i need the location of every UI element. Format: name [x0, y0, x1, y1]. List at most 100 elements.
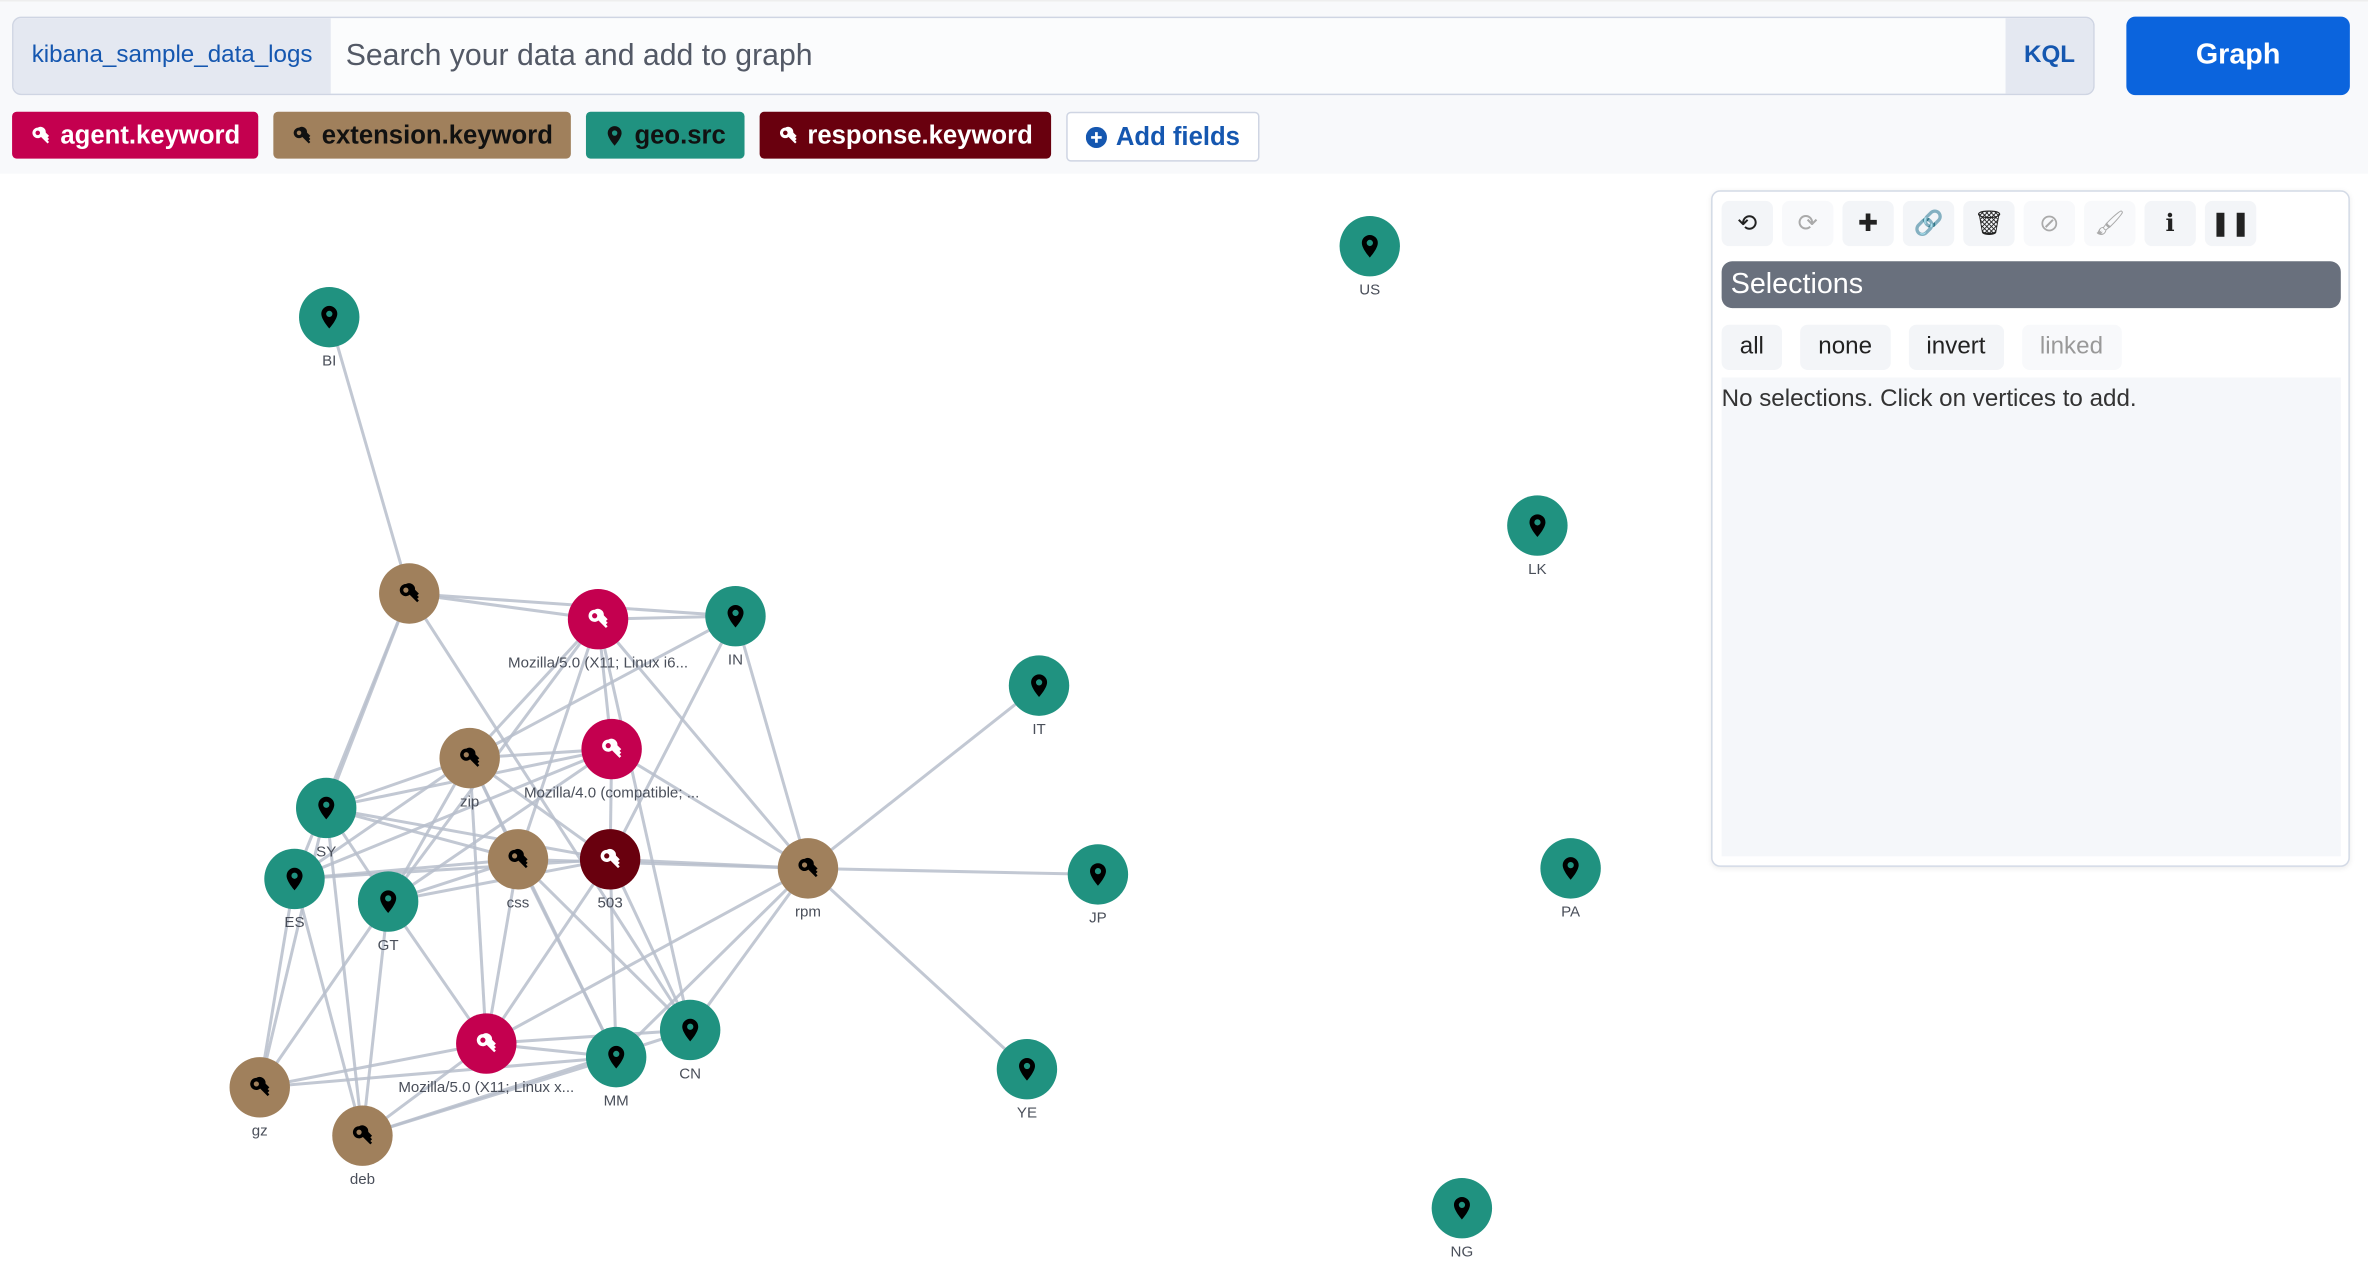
vertex-label: ES [284, 914, 304, 931]
vertex-label: CN [679, 1065, 701, 1082]
edge-BI-ext0[interactable] [327, 316, 411, 594]
undo-icon: ⟲ [1737, 211, 1758, 238]
vertex-JP[interactable]: JP [1067, 844, 1129, 927]
edge-rpm-IT[interactable] [807, 684, 1040, 870]
vertex-IT[interactable]: IT [1008, 655, 1070, 738]
pause-button[interactable]: ❚❚ [2204, 200, 2257, 247]
info-button[interactable]: ℹ [2144, 200, 2196, 247]
selections-title: Selections [1721, 261, 2341, 309]
search-bar: kibana_sample_data_logs KQL [12, 16, 2095, 96]
graph-button[interactable]: Graph [2126, 16, 2350, 96]
field-agent-keyword[interactable]: agent.keyword [12, 111, 259, 159]
vertex-rpm[interactable]: rpm [777, 838, 839, 921]
edge-GT-gz[interactable] [258, 900, 390, 1089]
vertex-US[interactable]: US [1339, 215, 1400, 299]
vertex-label: US [1359, 281, 1380, 298]
side-panel: ⟲ ⟳ ✚ 🔗 🗑 ⊘ 🖌 ℹ ❚❚ Selections all none invert linke… [1711, 190, 2350, 867]
delete-icon: 🗑 [1973, 211, 2005, 238]
vertex-PA[interactable]: PA [1540, 838, 1601, 921]
vertex-gz[interactable]: gz [229, 1057, 290, 1140]
index-pattern-selector[interactable]: kibana_sample_data_logs [13, 18, 331, 94]
vertex-NG[interactable]: NG [1431, 1177, 1493, 1261]
redo-icon: ⟳ [1797, 211, 1818, 238]
select-none-button[interactable]: none [1800, 324, 1891, 370]
field-label: geo.src [634, 120, 726, 149]
field-response-keyword[interactable]: response.keyword [759, 111, 1051, 159]
field-extension-keyword[interactable]: extension.keyword [273, 111, 572, 159]
toolbar: ⟲ ⟳ ✚ 🔗 🗑 ⊘ 🖌 ℹ ❚❚ [1721, 200, 2257, 247]
key-icon [779, 126, 797, 143]
field-list: agent.keyword extension.keyword geo.src res… [12, 111, 1260, 162]
vertex-label: MM [604, 1092, 629, 1109]
blocklist-button[interactable]: ⊘ [2023, 200, 2076, 247]
style-icon: 🖌 [2094, 211, 2126, 238]
vertex-label: JP [1089, 910, 1107, 927]
edge-ext0-ES[interactable] [293, 592, 411, 880]
vertex-label: IN [728, 651, 743, 668]
vertex-MM[interactable]: MM [585, 1026, 647, 1110]
add-fields-label: Add fields [1115, 121, 1240, 151]
select-all-button[interactable]: all [1721, 324, 1783, 370]
vertex-label: LK [1528, 561, 1546, 578]
vertex-LK[interactable]: LK [1507, 495, 1568, 578]
top-bar: kibana_sample_data_logs KQL Graph agent.… [0, 0, 2368, 174]
pause-icon: ❚❚ [2210, 211, 2251, 238]
vertex-ext0[interactable] [379, 563, 440, 624]
vertex-YE[interactable]: YE [996, 1039, 1058, 1122]
vertex-label: BI [322, 352, 336, 369]
edge-css-MM[interactable] [516, 858, 618, 1058]
style-button[interactable]: 🖌 [2084, 200, 2136, 247]
edge-ES-gz[interactable] [258, 878, 296, 1088]
vertex-label: deb [350, 1171, 375, 1188]
vertex-label: GT [378, 937, 399, 954]
blocklist-icon: ⊘ [2039, 211, 2060, 238]
edge-SY-r503[interactable] [325, 806, 611, 861]
undo-button[interactable]: ⟲ [1721, 200, 1773, 247]
vertex-deb[interactable]: deb [332, 1105, 393, 1188]
edge-rpm-JP[interactable] [807, 866, 1098, 876]
vertex-label: Mozilla/5.0 (X11; Linux i6... [508, 655, 688, 672]
info-icon: ℹ [2165, 211, 2175, 238]
edge-rpm-YE[interactable] [806, 867, 1028, 1071]
vertex-BI[interactable]: BI [299, 286, 360, 370]
plus-circle-icon [1085, 126, 1107, 148]
vertex-label: YE [1017, 1105, 1037, 1122]
field-label: agent.keyword [60, 120, 241, 149]
graph-canvas[interactable]: BI US LK IT JP PA YE NG IN SY ES GT MM CN zip css rpm gz d… [0, 172, 1707, 1270]
selection-buttons: all none invert linked [1721, 324, 2122, 370]
vertex-label: PA [1561, 904, 1581, 921]
redo-button[interactable]: ⟳ [1782, 200, 1834, 247]
query-language-toggle[interactable]: KQL [2005, 18, 2094, 94]
vertex-label: zip [460, 793, 479, 810]
expand-button[interactable]: ✚ [1842, 200, 1894, 247]
vertex-SY[interactable]: SY [295, 777, 357, 861]
vertex-r503[interactable]: 503 [579, 829, 641, 912]
add-fields-button[interactable]: Add fields [1066, 111, 1260, 162]
select-invert-button[interactable]: invert [1908, 324, 2004, 370]
selection-list: No selections. Click on vertices to add. [1721, 377, 2341, 857]
vertex-label: IT [1032, 721, 1045, 738]
graph-app: kibana_sample_data_logs KQL Graph agent.… [0, 0, 2368, 1270]
edge-a3-CN[interactable] [486, 1028, 691, 1046]
expand-icon: ✚ [1857, 211, 1879, 238]
key-icon [293, 126, 311, 143]
edge-r503-a3[interactable] [485, 858, 612, 1045]
map-pin-icon [607, 125, 622, 145]
edge-ES-deb[interactable] [293, 878, 364, 1137]
select-linked-button[interactable]: linked [2021, 324, 2122, 370]
vertex-label: Mozilla/5.0 (X11; Linux x... [398, 1079, 574, 1096]
vertex-label: Mozilla/4.0 (compatible; ... [524, 784, 699, 801]
empty-selections-text: No selections. Click on vertices to add. [1721, 386, 2137, 413]
vertex-GT[interactable]: GT [357, 871, 419, 954]
vertex-label: gz [252, 1123, 268, 1140]
vertex-ES[interactable]: ES [264, 848, 325, 932]
link-button[interactable]: 🔗 [1902, 200, 1955, 247]
vertex-label: 503 [598, 895, 623, 912]
link-icon: 🔗 [1913, 211, 1944, 238]
delete-button[interactable]: 🗑 [1963, 200, 2015, 247]
vertex-label: css [507, 895, 530, 912]
vertex-CN[interactable]: CN [659, 999, 721, 1083]
field-geo-src[interactable]: geo.src [586, 111, 744, 159]
field-label: extension.keyword [321, 120, 553, 149]
search-input[interactable] [330, 18, 2006, 94]
